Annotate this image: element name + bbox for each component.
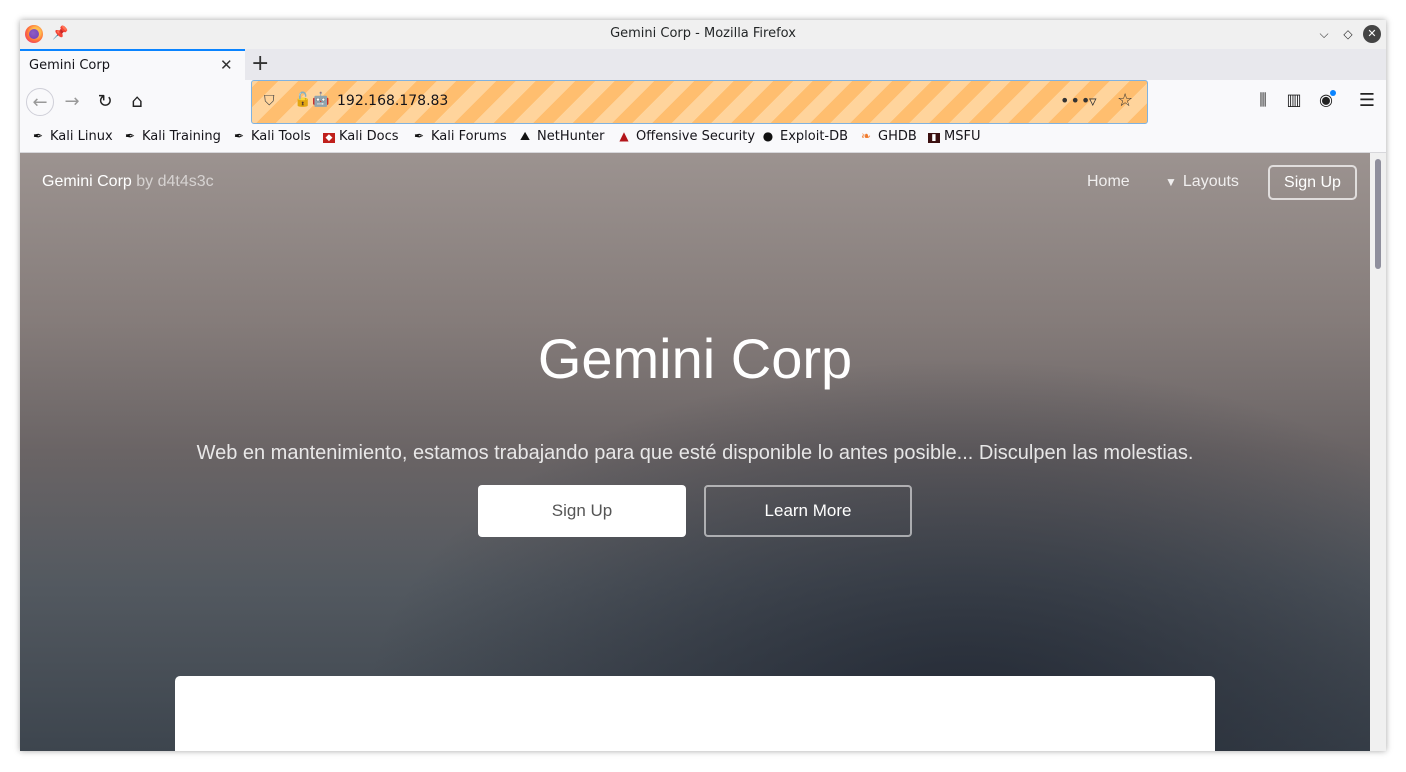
bookmark-star-icon[interactable]: ☆ (1117, 90, 1133, 111)
bookmark-item[interactable]: ✒ Kali Forums (411, 129, 507, 144)
title-bar: 📌 Gemini Corp - Mozilla Firefox ⌵ ◇ ✕ (20, 20, 1386, 49)
maximize-icon[interactable]: ◇ (1339, 25, 1357, 43)
bookmark-item[interactable]: ▮ MSFU (928, 129, 980, 144)
content-card (175, 676, 1215, 751)
library-icon[interactable]: ⫼ (1251, 90, 1275, 110)
tab-label: Gemini Corp (29, 58, 110, 73)
scrollbar-thumb[interactable] (1375, 159, 1381, 269)
page-scrollbar[interactable] (1370, 153, 1386, 751)
tracking-shield-icon[interactable]: ⛉ (264, 93, 275, 109)
exploitdb-icon: ● (762, 129, 774, 143)
hero-signup-button[interactable]: Sign Up (478, 485, 686, 537)
bookmark-label: Kali Training (142, 129, 221, 144)
nav-layouts-label: Layouts (1182, 173, 1239, 190)
kali-docs-icon: ◆ (323, 133, 335, 143)
reload-icon[interactable]: ↻ (91, 88, 119, 116)
bookmark-label: Exploit-DB (780, 129, 849, 144)
bookmark-item[interactable]: ✒ Kali Training (122, 129, 221, 144)
hero-subtitle: Web en mantenimiento, estamos trabajando… (196, 442, 1194, 464)
bookmark-item[interactable]: ⛰ NetHunter (517, 129, 605, 144)
bookmark-label: Kali Tools (251, 129, 311, 144)
home-icon[interactable]: ⌂ (123, 88, 151, 116)
forward-arrow-icon[interactable]: → (58, 88, 86, 116)
bookmark-item[interactable]: ● Exploit-DB (760, 129, 848, 144)
hero-learn-more-button[interactable]: Learn More (704, 485, 912, 537)
tab-strip: Gemini Corp ✕ + (20, 49, 1386, 80)
remote-control-robot-icon: 🤖 (312, 92, 330, 108)
nav-bar: ← → ↻ ⌂ ⛉ 🔓 🤖 192.168.178.83 ••• ▿ ☆ ⫼ ▥… (20, 80, 1386, 124)
bookmark-label: MSFU (944, 129, 981, 144)
new-tab-icon[interactable]: + (251, 52, 269, 76)
tab-gemini-corp[interactable]: Gemini Corp ✕ (20, 49, 245, 80)
bookmark-label: GHDB (878, 129, 917, 144)
bookmark-item[interactable]: ◆ Kali Docs (323, 129, 399, 144)
sidebar-icon[interactable]: ▥ (1282, 90, 1306, 109)
bookmark-label: Offensive Security (636, 129, 756, 144)
nav-signup-button[interactable]: Sign Up (1268, 165, 1357, 200)
url-bar[interactable]: ⛉ 🔓 🤖 192.168.178.83 ••• ▿ ☆ (251, 80, 1148, 124)
window-title: Gemini Corp - Mozilla Firefox (610, 26, 796, 41)
kali-dragon-icon: ✒ (32, 129, 44, 143)
back-arrow-icon[interactable]: ← (26, 88, 54, 116)
bookmark-item[interactable]: ❧ GHDB (858, 129, 917, 144)
bookmark-label: Kali Linux (50, 129, 113, 144)
bookmarks-toolbar: ✒ Kali Linux ✒ Kali Training ✒ Kali Tools ◆… (20, 124, 1386, 153)
nav-link-layouts[interactable]: ▼ Layouts (1165, 173, 1239, 191)
kali-dragon-icon: ✒ (413, 129, 425, 143)
kali-dragon-icon: ✒ (124, 129, 136, 143)
account-icon[interactable]: ◉ (1314, 90, 1338, 109)
hamburger-menu-icon[interactable]: ☰ (1355, 90, 1379, 111)
nethunter-icon: ⛰ (519, 129, 531, 143)
close-window-icon[interactable]: ✕ (1363, 25, 1381, 43)
minimize-icon[interactable]: ⌵ (1315, 25, 1333, 43)
bookmark-label: Kali Docs (339, 129, 399, 144)
chevron-down-icon: ▼ (1165, 175, 1177, 189)
page-actions-icon[interactable]: ••• (1060, 91, 1091, 110)
nav-link-home[interactable]: Home (1087, 173, 1130, 191)
url-text[interactable]: 192.168.178.83 (337, 93, 448, 109)
site-brand[interactable]: Gemini Corp by d4t4s3c (42, 173, 214, 191)
tab-close-icon[interactable]: ✕ (220, 56, 233, 74)
msfu-icon: ▮ (928, 133, 940, 143)
insecure-lock-icon[interactable]: 🔓 (294, 92, 311, 108)
ghdb-icon: ❧ (860, 129, 872, 143)
bookmark-item[interactable]: ✒ Kali Linux (30, 129, 113, 144)
bookmark-label: NetHunter (537, 129, 605, 144)
browser-window: 📌 Gemini Corp - Mozilla Firefox ⌵ ◇ ✕ Ge… (20, 20, 1386, 751)
kali-dragon-icon: ✒ (233, 129, 245, 143)
bookmark-item[interactable]: ✒ Kali Tools (231, 129, 311, 144)
brand-author: by d4t4s3c (136, 173, 214, 190)
offsec-icon: ▲ (619, 129, 629, 143)
brand-name: Gemini Corp (42, 173, 132, 190)
page-content: Gemini Corp by d4t4s3c Home ▼ Layouts Sig… (20, 153, 1370, 751)
bookmark-item[interactable]: ▲ Offensive Security (616, 129, 755, 144)
hero-title: Gemini Corp (537, 327, 853, 390)
bookmark-label: Kali Forums (431, 129, 507, 144)
pocket-icon[interactable]: ▿ (1089, 92, 1097, 110)
